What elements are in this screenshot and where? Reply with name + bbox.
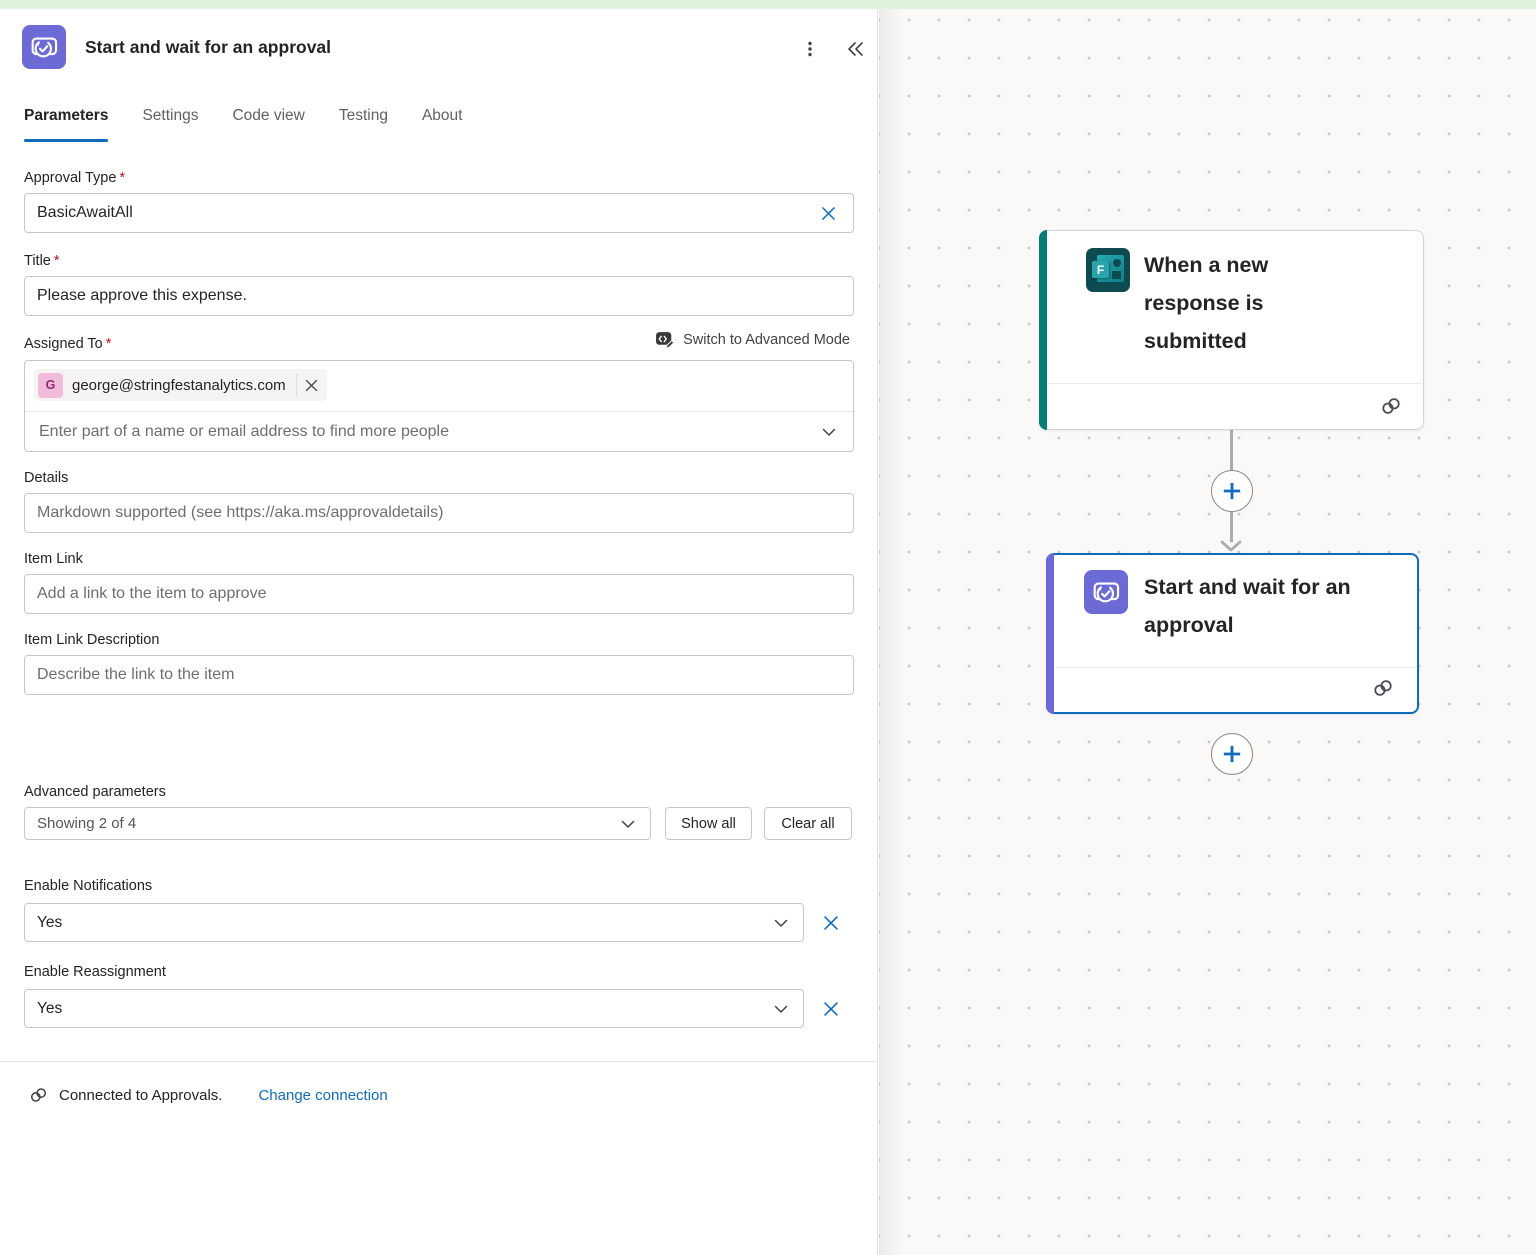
tab-about[interactable]: About <box>422 107 463 142</box>
chevron-down-icon[interactable] <box>819 422 839 442</box>
panel-title: Start and wait for an approval <box>85 37 331 58</box>
action-accent-bar <box>1046 553 1054 714</box>
approval-type-field <box>24 193 854 233</box>
enable-notifications-clear-button[interactable] <box>817 909 845 937</box>
trigger-accent-bar <box>1039 230 1047 430</box>
double-chevron-left-icon <box>843 39 865 59</box>
switch-advanced-mode-button[interactable]: Switch to Advanced Mode <box>655 329 850 350</box>
footer-divider <box>0 1061 878 1062</box>
chevron-down-icon <box>618 814 638 834</box>
tab-code-view[interactable]: Code view <box>232 107 304 142</box>
enable-reassignment-clear-button[interactable] <box>817 995 845 1023</box>
approval-type-clear-button[interactable] <box>815 200 841 226</box>
assigned-to-field: G george@stringfestanalytics.com <box>24 360 854 452</box>
action-card-title: Start and wait for an approval <box>1144 568 1394 644</box>
approval-type-input[interactable] <box>37 204 815 222</box>
tab-parameters[interactable]: Parameters <box>24 107 108 142</box>
assignee-chip[interactable]: G george@stringfestanalytics.com <box>34 369 327 401</box>
trigger-card[interactable]: F When a new response is submitted <box>1039 230 1424 430</box>
remove-assignee-button[interactable] <box>297 369 327 401</box>
avatar: G <box>38 373 63 398</box>
advanced-parameters-select[interactable]: Showing 2 of 4 <box>24 807 651 840</box>
details-input[interactable] <box>37 504 841 522</box>
plus-icon <box>1220 742 1244 766</box>
trigger-card-title: When a new response is submitted <box>1144 246 1359 360</box>
panel-tabs: Parameters Settings Code view Testing Ab… <box>24 107 462 142</box>
title-field <box>24 276 854 316</box>
more-actions-button[interactable] <box>794 33 826 65</box>
chevron-down-icon <box>771 999 791 1019</box>
kebab-icon <box>800 39 820 59</box>
item-link-description-label: Item Link Description <box>24 632 159 648</box>
add-step-button[interactable] <box>1211 733 1253 775</box>
action-config-panel: Start and wait for an approval Parameter… <box>0 9 878 1255</box>
title-label: Title* <box>24 253 60 269</box>
assignee-email: george@stringfestanalytics.com <box>63 377 296 394</box>
enable-reassignment-select[interactable]: Yes <box>24 989 804 1028</box>
connection-link-icon <box>1379 396 1403 421</box>
action-card[interactable]: Start and wait for an approval <box>1046 553 1419 714</box>
item-link-description-field <box>24 655 854 695</box>
approval-type-label: Approval Type* <box>24 170 125 186</box>
details-field <box>24 493 854 533</box>
flow-canvas: F When a new response is submitted Start… <box>879 9 1536 1255</box>
collapse-panel-button[interactable] <box>838 33 870 65</box>
panel-shadow <box>879 9 905 1255</box>
assigned-to-label: Assigned To* <box>24 336 111 352</box>
connected-text: Connected to Approvals. <box>59 1087 222 1104</box>
tab-testing[interactable]: Testing <box>339 107 388 142</box>
enable-reassignment-label: Enable Reassignment <box>24 964 166 980</box>
assigned-to-search-input[interactable] <box>39 423 819 441</box>
status-strip <box>0 0 1536 9</box>
connection-footer: Connected to Approvals. Change connectio… <box>28 1086 388 1104</box>
details-label: Details <box>24 470 68 486</box>
advanced-parameters-label: Advanced parameters <box>24 784 166 800</box>
chevron-down-icon <box>771 913 791 933</box>
approvals-icon <box>1084 570 1128 614</box>
code-edit-icon <box>655 329 676 350</box>
link-icon <box>28 1086 49 1104</box>
insert-step-button[interactable] <box>1211 470 1253 512</box>
approvals-icon <box>22 25 66 69</box>
tab-settings[interactable]: Settings <box>142 107 198 142</box>
item-link-label: Item Link <box>24 551 83 567</box>
plus-icon <box>1220 479 1244 503</box>
forms-icon: F <box>1086 248 1130 292</box>
title-input[interactable] <box>37 287 841 305</box>
enable-notifications-select[interactable]: Yes <box>24 903 804 942</box>
connection-link-icon <box>1371 678 1395 703</box>
clear-all-button[interactable]: Clear all <box>764 807 852 840</box>
item-link-input[interactable] <box>37 585 841 603</box>
change-connection-link[interactable]: Change connection <box>258 1087 387 1104</box>
item-link-description-input[interactable] <box>37 666 841 684</box>
show-all-button[interactable]: Show all <box>665 807 752 840</box>
item-link-field <box>24 574 854 614</box>
enable-notifications-label: Enable Notifications <box>24 878 152 894</box>
